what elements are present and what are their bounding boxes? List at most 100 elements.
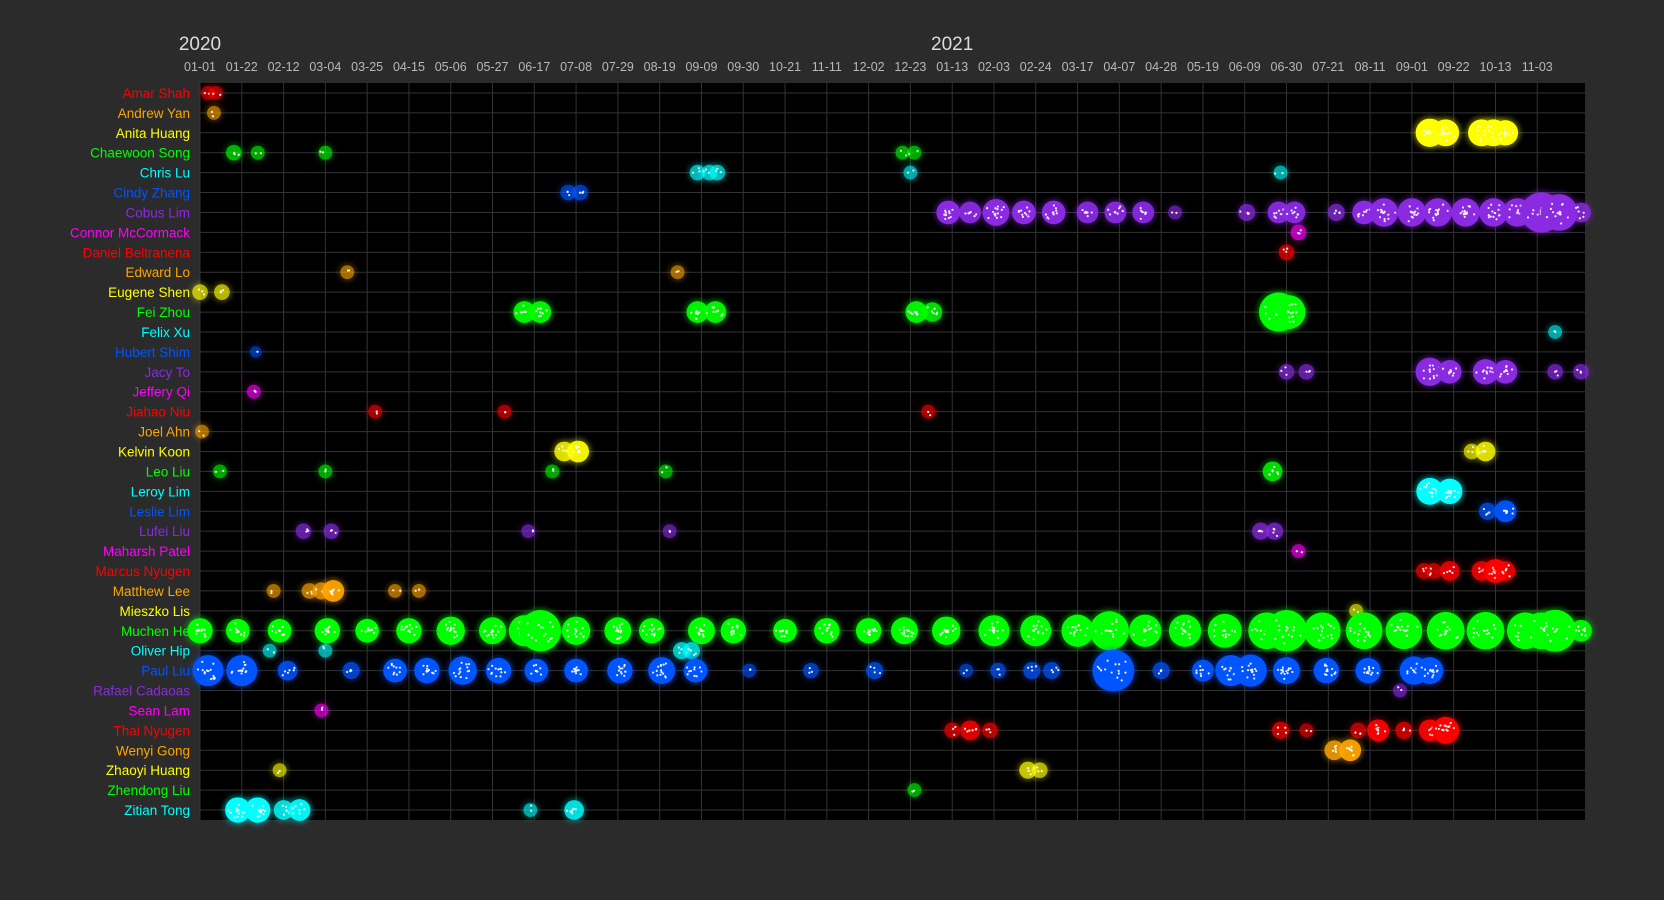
- dot-sparkle: [867, 628, 870, 631]
- dot-sparkle: [1554, 215, 1557, 218]
- dot-sparkle: [227, 809, 230, 812]
- dot-sparkle: [1543, 626, 1546, 630]
- dot-sparkle: [539, 626, 543, 629]
- dot-sparkle: [1296, 213, 1299, 216]
- dot-sparkle: [579, 632, 582, 635]
- x-tick-label: 07-08: [560, 60, 592, 74]
- dot-sparkle: [1037, 631, 1040, 635]
- dot-sparkle: [997, 668, 1000, 671]
- activity-dot: [270, 760, 290, 780]
- dot-sparkle: [1246, 676, 1249, 679]
- dot-sparkle: [274, 631, 277, 634]
- dot-sparkle: [1350, 745, 1353, 748]
- dot-core: [1350, 722, 1366, 739]
- dot-sparkle: [204, 635, 207, 638]
- dot-sparkle: [912, 632, 915, 635]
- dot-sparkle: [989, 731, 992, 734]
- dot-core: [411, 583, 426, 598]
- dot-sparkle: [1276, 668, 1280, 671]
- dot-sparkle: [1511, 507, 1515, 510]
- dot-sparkle: [233, 816, 236, 819]
- dot-sparkle: [998, 673, 1001, 676]
- dot-sparkle: [562, 449, 565, 452]
- dot-sparkle: [581, 626, 584, 630]
- dot-sparkle: [292, 669, 295, 672]
- dot-sparkle: [987, 728, 991, 731]
- dot-sparkle: [1432, 376, 1436, 380]
- dot-sparkle: [1376, 732, 1379, 735]
- dot-sparkle: [740, 634, 743, 637]
- dot-sparkle: [1195, 671, 1198, 675]
- dot-sparkle: [552, 469, 555, 472]
- dot-sparkle: [1288, 316, 1291, 319]
- dot-sparkle: [1375, 723, 1378, 727]
- dot-sparkle: [702, 635, 705, 638]
- dot-sparkle: [1447, 130, 1451, 134]
- dot-sparkle: [1224, 667, 1227, 670]
- dot-core: [1570, 619, 1592, 642]
- dot-sparkle: [1506, 372, 1509, 376]
- activity-dot: [1040, 659, 1063, 682]
- dot-sparkle: [1325, 670, 1328, 673]
- dot-sparkle: [1322, 636, 1325, 639]
- dot-core: [383, 658, 407, 683]
- dot-sparkle: [677, 270, 680, 273]
- dot-sparkle: [1494, 627, 1497, 630]
- dot-sparkle: [1295, 550, 1298, 553]
- dot-sparkle: [1264, 305, 1267, 309]
- dot-sparkle: [774, 629, 778, 632]
- activity-dot: [1570, 361, 1592, 383]
- dot-sparkle: [1229, 678, 1232, 681]
- dot-sparkle: [219, 291, 222, 294]
- dot-core: [262, 643, 277, 658]
- dot-core: [1265, 522, 1284, 540]
- dot-sparkle: [1511, 132, 1515, 135]
- dot-sparkle: [1447, 725, 1450, 728]
- dot-sparkle: [1330, 667, 1334, 671]
- dot-sparkle: [1498, 204, 1501, 207]
- dot-sparkle: [1441, 126, 1444, 129]
- dot-sparkle: [624, 670, 627, 673]
- dot-sparkle: [395, 673, 399, 676]
- dot-sparkle: [677, 646, 680, 649]
- dot-core: [368, 404, 383, 419]
- dot-sparkle: [618, 624, 621, 627]
- dot-sparkle: [579, 673, 582, 676]
- dot-sparkle: [1077, 624, 1080, 627]
- dot-sparkle: [660, 671, 663, 674]
- dot-sparkle: [281, 804, 284, 807]
- dot-sparkle: [1040, 770, 1043, 773]
- dot-sparkle: [951, 629, 955, 633]
- dot-sparkle: [492, 636, 495, 639]
- dot-sparkle: [237, 812, 240, 815]
- dot-sparkle: [457, 672, 461, 675]
- dot-sparkle: [1224, 635, 1227, 638]
- dot-sparkle: [1294, 206, 1297, 209]
- dot-sparkle: [572, 807, 575, 810]
- dot-sparkle: [256, 815, 259, 818]
- dot-sparkle: [327, 626, 330, 630]
- person-label: Thai Nyugen: [113, 723, 190, 738]
- dot-sparkle: [532, 664, 535, 667]
- dot-sparkle: [390, 662, 393, 665]
- dot-sparkle: [1428, 377, 1432, 380]
- dot-sparkle: [1500, 373, 1503, 376]
- dot-sparkle: [535, 310, 538, 313]
- dot-sparkle: [1425, 130, 1428, 134]
- dot-core: [1571, 202, 1591, 223]
- dot-sparkle: [1441, 129, 1444, 132]
- dot-sparkle: [452, 630, 456, 633]
- dot-sparkle: [321, 630, 324, 634]
- dot-sparkle: [1154, 624, 1158, 627]
- dot-sparkle: [1577, 210, 1580, 213]
- person-dots: [1476, 497, 1519, 525]
- dot-sparkle: [736, 625, 739, 628]
- dot-core: [982, 722, 998, 739]
- dot-sparkle: [196, 668, 200, 671]
- activity-dot: [286, 796, 313, 824]
- dot-sparkle: [1280, 672, 1283, 675]
- activity-dot: [1343, 609, 1385, 652]
- dot-sparkle: [1002, 206, 1005, 209]
- dot-sparkle: [1435, 213, 1438, 217]
- dot-sparkle: [1276, 732, 1280, 736]
